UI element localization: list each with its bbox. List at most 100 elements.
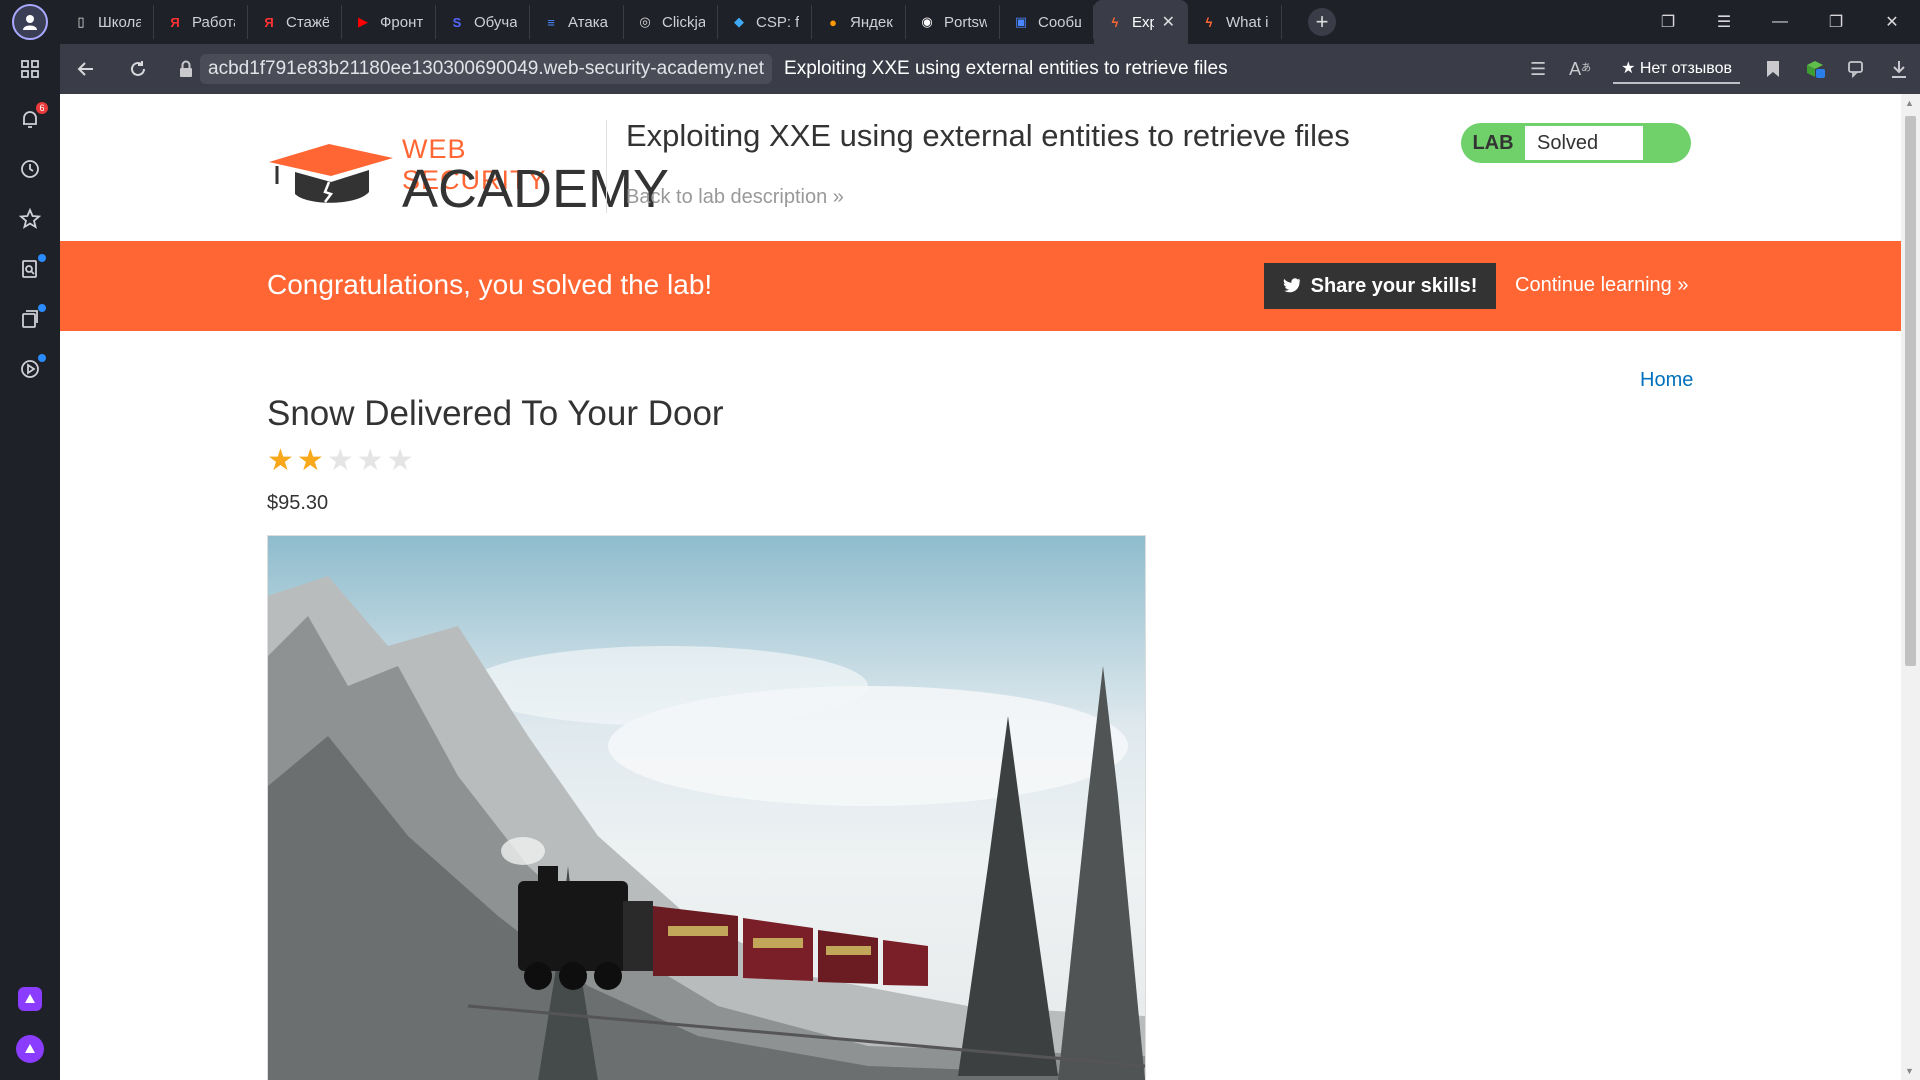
alice-voice-button[interactable] [0, 1024, 60, 1074]
sidebar-video-button[interactable] [0, 344, 60, 394]
continue-learning-link[interactable]: Continue learning » [1515, 274, 1688, 297]
update-dot [38, 254, 46, 262]
arrow-left-icon [77, 62, 93, 76]
tab[interactable]: Я Стажёр [248, 5, 342, 39]
tab[interactable]: ϟ What is [1188, 5, 1282, 39]
message-icon: ▣ [1014, 14, 1028, 29]
grid-icon [21, 60, 39, 78]
bookmark-icon[interactable] [1752, 60, 1794, 78]
restore-button[interactable]: ❐ [1808, 0, 1864, 44]
tab[interactable]: ϟ Explo ✕ [1094, 0, 1188, 44]
sidebar-services-button[interactable] [0, 44, 60, 94]
star-outline-icon [19, 208, 41, 229]
reader-mode-icon[interactable]: ☰ [1517, 59, 1559, 80]
lab-status-label: LAB [1472, 131, 1514, 154]
home-link[interactable]: Home [1640, 369, 1693, 392]
header-divider [606, 120, 607, 213]
back-to-lab-link[interactable]: Back to lab description » [626, 186, 844, 209]
tab[interactable]: ● Яндекс [812, 5, 906, 39]
portswigger-icon: ϟ [1111, 14, 1119, 30]
tab-label: Сообщ [1038, 13, 1081, 31]
alice-icon [18, 987, 42, 1011]
url-text[interactable]: acbd1f791e83b21180ee130300690049.web-sec… [200, 54, 773, 84]
translate-icon[interactable]: Aあ [1559, 59, 1601, 80]
tab-label: Portswi [944, 13, 987, 31]
tab[interactable]: S Обучак [436, 5, 530, 39]
browser-sidebar: 6 [0, 44, 60, 1080]
extension-icon[interactable] [1794, 58, 1836, 80]
close-tab-icon[interactable]: ✕ [1162, 12, 1175, 32]
tab[interactable]: ◎ Clickjacl [624, 5, 718, 39]
page-content: WEB SECURITY ACADEMY Exploiting XXE usin… [60, 94, 1901, 1080]
address-bar: acbd1f791e83b21180ee130300690049.web-sec… [60, 44, 1920, 94]
product-image [267, 535, 1146, 1080]
star-filled-icon: ★ [267, 444, 294, 477]
reload-button[interactable] [112, 44, 164, 94]
page-scrollbar[interactable]: ▲ ▼ [1901, 94, 1920, 1080]
update-dot [38, 354, 46, 362]
alice-assistant-button[interactable] [0, 974, 60, 1024]
tab[interactable]: ≡ Атака т [530, 5, 624, 39]
docs-icon: ≡ [547, 14, 555, 30]
tab[interactable]: ▣ Сообщ [1000, 5, 1094, 39]
back-link-label: Back to lab description [626, 186, 828, 208]
sidebar-history-button[interactable] [0, 144, 60, 194]
star-filled-icon: ★ [296, 444, 324, 477]
tab[interactable]: ▯ Школа [60, 5, 154, 39]
scroll-up-arrow[interactable]: ▲ [1905, 98, 1914, 108]
tab-label: CSP: fra [756, 13, 799, 31]
share-skills-label: Share your skills! [1310, 274, 1478, 297]
back-button[interactable] [60, 44, 112, 94]
youtube-icon: ▶ [358, 14, 368, 29]
address-bar-tools: ☰ Aあ ★ Нет отзывов [1517, 44, 1920, 94]
sidebar-bottom [0, 974, 60, 1074]
star-empty-icon: ★ [386, 444, 414, 477]
chat-icon[interactable] [1836, 59, 1878, 79]
academy-logo[interactable]: WEB SECURITY ACADEMY [267, 124, 669, 224]
yandex-icon: Я [170, 14, 180, 30]
document-search-icon [22, 260, 37, 278]
share-skills-button[interactable]: Share your skills! [1264, 263, 1496, 309]
tab-label: Яндекс [850, 13, 893, 31]
tab-label: Explo [1132, 13, 1154, 31]
tab-label: Clickjacl [662, 13, 705, 31]
page-icon: ▯ [77, 14, 85, 29]
congratulations-message: Congratulations, you solved the lab! [267, 269, 713, 300]
star-empty-icon: ★ [356, 444, 384, 477]
new-tab-button[interactable]: + [1308, 8, 1336, 36]
tab-label: Стажёр [286, 13, 329, 31]
sidebar-bookmarks-button[interactable] [0, 194, 60, 244]
sidebar-notifications-button[interactable]: 6 [0, 94, 60, 144]
avatar [12, 4, 48, 40]
sidebar-collections-button[interactable] [0, 294, 60, 344]
lab-header: WEB SECURITY ACADEMY Exploiting XXE usin… [60, 94, 1901, 242]
tab[interactable]: Я Работа [154, 5, 248, 39]
lock-icon[interactable] [172, 60, 200, 78]
scroll-down-arrow[interactable]: ▼ [1905, 1066, 1914, 1076]
lab-title: Exploiting XXE using external entities t… [626, 118, 1350, 153]
download-icon[interactable] [1878, 59, 1920, 79]
tab[interactable]: ◉ Portswi [906, 5, 1000, 39]
clock-icon [21, 160, 39, 178]
yandex-icon: Я [264, 14, 274, 30]
omnibox[interactable]: acbd1f791e83b21180ee130300690049.web-sec… [172, 51, 1228, 87]
sidebar-search-doc-button[interactable] [0, 244, 60, 294]
portswigger-icon: ϟ [1205, 14, 1213, 30]
tab-label: Обучак [474, 13, 517, 31]
minimize-button[interactable]: — [1752, 0, 1808, 44]
profile-button[interactable] [0, 0, 60, 44]
csp-icon: ◆ [734, 14, 744, 29]
play-icon [21, 360, 39, 378]
tab-label: Атака т [568, 13, 611, 31]
reviews-button[interactable]: ★ Нет отзывов [1613, 54, 1740, 84]
double-chevron-icon: » [832, 186, 844, 208]
collections-icon [22, 310, 38, 328]
tab[interactable]: ◆ CSP: fra [718, 5, 812, 39]
tab[interactable]: ▶ Фронте [342, 5, 436, 39]
tab-list: ▯ Школа Я Работа Я Стажёр ▶ Фронте S Обучак ≡ Атака… [60, 0, 1282, 44]
menu-icon[interactable]: ☰ [1696, 0, 1752, 44]
graduation-cap-icon [269, 144, 393, 203]
close-window-button[interactable]: ✕ [1864, 0, 1920, 44]
collections-icon[interactable]: ❐ [1640, 0, 1696, 44]
scrollbar-thumb[interactable] [1905, 116, 1916, 666]
